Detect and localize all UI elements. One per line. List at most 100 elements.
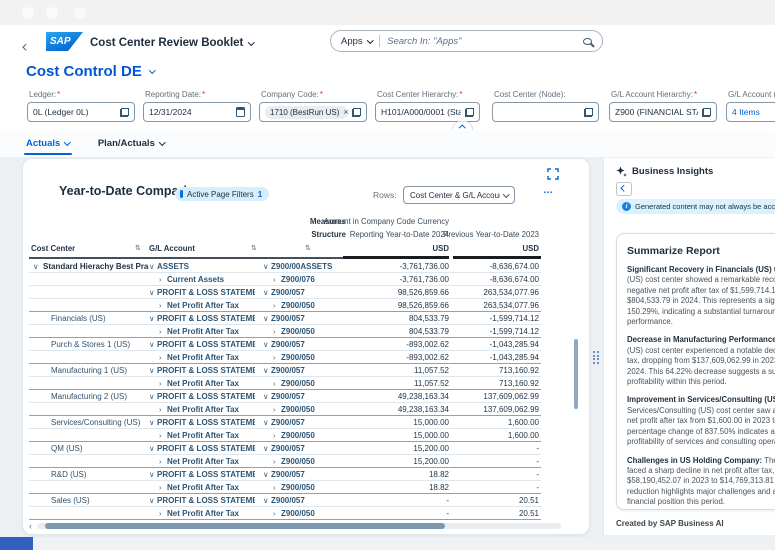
measure-cell[interactable]: Z900/00ASSETS (271, 260, 343, 273)
measure-cell[interactable]: Z900/057 (271, 494, 343, 507)
tree-expand-icon[interactable]: › (159, 429, 162, 442)
measure-cell[interactable]: Z900/057 (271, 312, 343, 325)
tree-expand-icon[interactable]: › (159, 377, 162, 390)
col-header-cost-center[interactable]: Cost Center (31, 244, 75, 253)
cost-center-cell[interactable]: Standard Hierachy Best Practi... (43, 260, 149, 273)
filter-input[interactable]: 0L (Ledger 0L) (27, 102, 135, 122)
gl-account-cell[interactable]: Current Assets (167, 273, 265, 286)
tree-expand-icon[interactable]: › (273, 403, 276, 416)
gl-account-cell[interactable]: Net Profit After Tax (167, 325, 265, 338)
filter-input[interactable] (492, 102, 599, 122)
measure-cell[interactable]: Z900/057 (271, 364, 343, 377)
tree-collapse-icon[interactable]: ∨ (263, 364, 269, 377)
filter-items-link[interactable]: 4 Items (732, 107, 775, 117)
tree-expand-icon[interactable]: › (273, 455, 276, 468)
tree-expand-icon[interactable]: › (273, 351, 276, 364)
tree-collapse-icon[interactable]: ∨ (149, 468, 155, 481)
gl-account-cell[interactable]: PROFIT & LOSS STATEMENT (157, 468, 255, 481)
value-help-icon[interactable] (120, 108, 129, 117)
tree-collapse-icon[interactable]: ∨ (263, 312, 269, 325)
gl-account-cell[interactable]: Net Profit After Tax (167, 455, 265, 468)
active-page-filters-badge[interactable]: Active Page Filters 1 (175, 187, 269, 201)
tree-expand-icon[interactable]: › (159, 299, 162, 312)
gl-account-cell[interactable]: Net Profit After Tax (167, 351, 265, 364)
filter-input[interactable]: 12/31/2024 (143, 102, 251, 122)
gl-account-cell[interactable]: Net Profit After Tax (167, 429, 265, 442)
tree-collapse-icon[interactable]: ∨ (263, 286, 269, 299)
col-header-gl-account[interactable]: G/L Account (149, 244, 195, 253)
measure-cell[interactable]: Z900/057 (271, 286, 343, 299)
sort-icon[interactable]: ⇅ (251, 244, 257, 252)
measure-cell[interactable]: Z900/057 (271, 468, 343, 481)
filter-input[interactable]: Z900 (FINANCIAL STATEM... (609, 102, 717, 122)
filter-input[interactable]: H101/A000/0001 (Standar... (375, 102, 480, 122)
tree-collapse-icon[interactable]: ∨ (263, 338, 269, 351)
gl-account-cell[interactable]: PROFIT & LOSS STATEMENT (157, 494, 255, 507)
value-help-icon[interactable] (702, 108, 711, 117)
tree-expand-icon[interactable]: › (273, 507, 276, 520)
value-help-icon[interactable] (584, 108, 593, 117)
tree-collapse-icon[interactable]: ∨ (263, 260, 269, 273)
rows-dimension-select[interactable]: Cost Center & G/L Account (403, 186, 515, 204)
gl-account-cell[interactable]: PROFIT & LOSS STATEMENT (157, 286, 255, 299)
gl-account-cell[interactable]: Net Profit After Tax (167, 507, 265, 520)
tree-expand-icon[interactable]: › (159, 481, 162, 494)
tree-expand-icon[interactable]: › (159, 455, 162, 468)
tree-expand-icon[interactable]: › (273, 325, 276, 338)
sort-icon[interactable]: ⇅ (135, 244, 141, 252)
measure-cell[interactable]: Z900/057 (271, 390, 343, 403)
horizontal-scrollbar-thumb[interactable] (45, 523, 445, 529)
tree-collapse-icon[interactable]: ∨ (263, 494, 269, 507)
tab-actuals[interactable]: Actuals (24, 130, 72, 157)
gl-account-cell[interactable]: Net Profit After Tax (167, 481, 265, 494)
gl-account-cell[interactable]: PROFIT & LOSS STATEMENT (157, 312, 255, 325)
gl-account-cell[interactable]: Net Profit After Tax (167, 403, 265, 416)
tree-collapse-icon[interactable]: ∨ (149, 364, 155, 377)
tree-collapse-icon[interactable]: ∨ (263, 416, 269, 429)
tab-plan-actuals[interactable]: Plan/Actuals (96, 130, 167, 157)
horizontal-scrollbar[interactable] (37, 523, 561, 529)
tree-collapse-icon[interactable]: ∨ (149, 312, 155, 325)
token-remove-icon[interactable]: × (343, 107, 348, 117)
tree-collapse-icon[interactable]: ∨ (263, 390, 269, 403)
tree-expand-icon[interactable]: › (159, 325, 162, 338)
tree-collapse-icon[interactable]: ∨ (263, 442, 269, 455)
overflow-menu-button[interactable]: … (543, 185, 554, 196)
tree-collapse-icon[interactable]: ∨ (33, 260, 39, 273)
tree-expand-icon[interactable]: › (273, 273, 276, 286)
tree-collapse-icon[interactable]: ∨ (149, 338, 155, 351)
expand-icon[interactable] (547, 168, 559, 180)
tree-collapse-icon[interactable]: ∨ (149, 260, 155, 273)
tree-expand-icon[interactable]: › (273, 377, 276, 390)
tree-expand-icon[interactable]: › (273, 481, 276, 494)
tree-collapse-icon[interactable]: ∨ (149, 442, 155, 455)
value-help-icon[interactable] (465, 108, 474, 117)
tree-expand-icon[interactable]: › (159, 273, 162, 286)
collapse-panel-button[interactable] (616, 182, 632, 196)
gl-account-cell[interactable]: Net Profit After Tax (167, 377, 265, 390)
value-help-icon[interactable] (352, 108, 361, 117)
tree-expand-icon[interactable]: › (273, 299, 276, 312)
measure-cell[interactable]: Z900/057 (271, 442, 343, 455)
calendar-icon[interactable] (236, 107, 245, 117)
tree-expand-icon[interactable]: › (159, 351, 162, 364)
scroll-left-icon[interactable]: ‹ (29, 521, 32, 531)
gl-account-cell[interactable]: PROFIT & LOSS STATEMENT (157, 390, 255, 403)
tree-expand-icon[interactable]: › (273, 429, 276, 442)
vertical-scrollbar-thumb[interactable] (574, 339, 578, 409)
gl-account-cell[interactable]: PROFIT & LOSS STATEMENT (157, 416, 255, 429)
tree-expand-icon[interactable]: › (159, 507, 162, 520)
measure-cell[interactable]: Z900/057 (271, 338, 343, 351)
gl-account-cell[interactable]: PROFIT & LOSS STATEMENT (157, 364, 255, 377)
gl-account-cell[interactable]: Net Profit After Tax (167, 299, 265, 312)
tree-collapse-icon[interactable]: ∨ (149, 494, 155, 507)
sort-icon[interactable]: ⇅ (305, 244, 311, 252)
tree-collapse-icon[interactable]: ∨ (149, 390, 155, 403)
splitter-grip[interactable] (593, 351, 601, 368)
tree-collapse-icon[interactable]: ∨ (149, 416, 155, 429)
measure-cell[interactable]: Z900/057 (271, 416, 343, 429)
gl-account-cell[interactable]: PROFIT & LOSS STATEMENT (157, 338, 255, 351)
tree-collapse-icon[interactable]: ∨ (263, 468, 269, 481)
gl-account-cell[interactable]: ASSETS (157, 260, 255, 273)
filter-input[interactable]: 4 Items (726, 102, 775, 122)
